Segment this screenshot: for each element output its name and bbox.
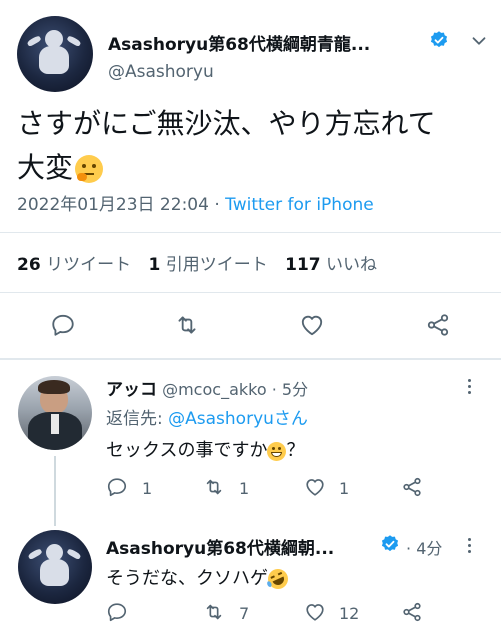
reply-icon[interactable] — [106, 601, 128, 623]
reply-header: アッコ @mcoc_akko · 5分 — [106, 375, 308, 400]
more-options-icon[interactable] — [468, 377, 471, 395]
grinning-emoji-icon — [267, 441, 287, 461]
more-options-icon[interactable] — [468, 536, 471, 554]
reply-text-end: ？ — [286, 440, 305, 461]
reply-time-wrap: · 4分 — [406, 535, 442, 559]
reply-time[interactable]: 4分 — [416, 539, 442, 558]
reply-text: セックスの事ですか ？ — [106, 436, 304, 462]
tweet-text-line1: さすがにご無沙汰、やり方忘れて — [17, 107, 436, 140]
retweet-icon[interactable] — [203, 601, 225, 623]
retweet-icon[interactable] — [174, 312, 200, 338]
rolling-laughing-emoji-icon — [264, 565, 292, 593]
author-handle[interactable]: @Asashoryu — [108, 62, 214, 82]
reply-count: 1 — [142, 479, 153, 498]
divider — [0, 292, 501, 293]
share-icon[interactable] — [401, 601, 423, 623]
verified-badge-icon — [380, 534, 400, 558]
reply-author-avatar[interactable] — [18, 376, 92, 450]
reply-header: Asashoryu第68代横綱朝... — [106, 534, 334, 559]
retweets-stat[interactable]: 26 リツイート — [17, 255, 131, 275]
meta-separator: · — [271, 380, 277, 399]
retweet-icon[interactable] — [203, 476, 225, 498]
verified-badge-icon — [429, 30, 449, 54]
retweet-count: 1 — [239, 479, 250, 498]
tweet-timestamp[interactable]: 2022年01月23日 22:04 — [17, 195, 209, 215]
likes-stat[interactable]: 117 いいね — [285, 255, 377, 275]
tweet-source[interactable]: Twitter for iPhone — [225, 195, 374, 215]
tweet-text-line2: 大変 — [17, 151, 74, 184]
reply-icon[interactable] — [106, 476, 128, 498]
author-avatar[interactable] — [17, 16, 93, 92]
reply-display-name[interactable]: アッコ — [106, 380, 157, 400]
reply-handle[interactable]: @mcoc_akko — [162, 380, 267, 399]
retweet-count: 7 — [239, 604, 250, 623]
reply-author-avatar[interactable] — [18, 530, 92, 604]
quotes-stat[interactable]: 1 引用ツイート — [148, 255, 267, 275]
thread-line — [54, 456, 56, 526]
like-icon[interactable] — [299, 312, 325, 338]
section-separator — [0, 358, 501, 360]
reply-display-name[interactable]: Asashoryu第68代横綱朝... — [106, 539, 334, 559]
thinking-face-emoji-icon — [75, 155, 104, 183]
reply-time[interactable]: 5分 — [282, 380, 308, 399]
author-display-name[interactable]: Asashoryu第68代横綱朝青龍... — [108, 30, 370, 55]
divider — [0, 232, 501, 233]
like-count: 12 — [339, 604, 360, 623]
tweet-text: さすがにご無沙汰、やり方忘れて 大変 — [17, 102, 487, 190]
reply-text-body: セックスの事ですか — [106, 440, 268, 461]
replying-to: 返信先: @Asashoryuさん — [106, 404, 308, 429]
tweet-stats: 26 リツイート 1 引用ツイート 117 いいね — [17, 250, 377, 275]
more-options-chevron-icon[interactable] — [468, 30, 490, 56]
meta-separator: · — [214, 195, 220, 215]
share-icon[interactable] — [425, 312, 451, 338]
reply-text-body: そうだな、クソハゲ — [106, 568, 268, 589]
like-count: 1 — [339, 479, 350, 498]
tweet-meta: 2022年01月23日 22:04 · Twitter for iPhone — [17, 190, 374, 215]
like-icon[interactable] — [304, 476, 326, 498]
reply-icon[interactable] — [50, 312, 76, 338]
share-icon[interactable] — [401, 476, 423, 498]
meta-separator: · — [406, 539, 412, 558]
like-icon[interactable] — [304, 601, 326, 623]
reply-text: そうだな、クソハゲ — [106, 564, 292, 593]
replying-to-handle[interactable]: @Asashoryuさん — [168, 409, 308, 429]
replying-to-prefix: 返信先: — [106, 409, 169, 429]
